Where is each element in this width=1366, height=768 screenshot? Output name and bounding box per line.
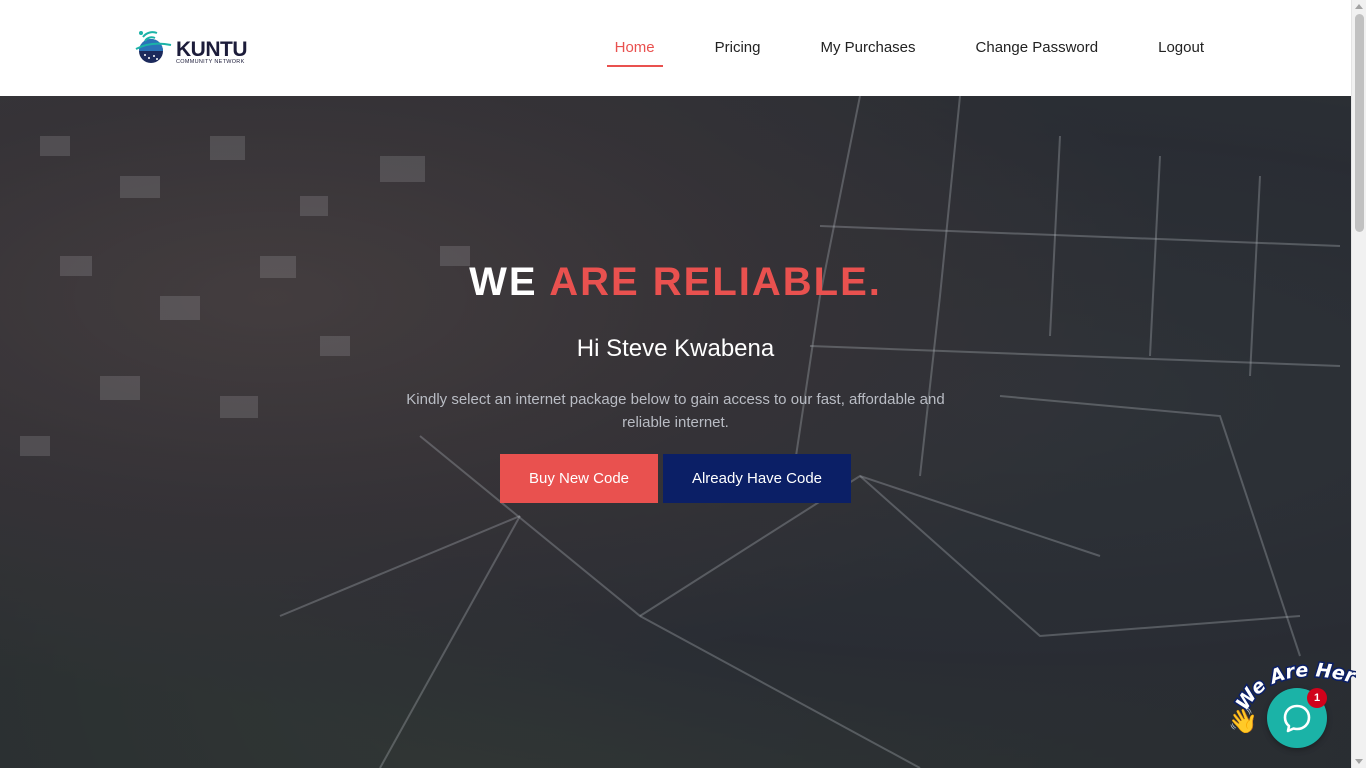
brand-tagline: COMMUNITY NETWORK: [176, 59, 245, 65]
hero-title-plain: WE: [469, 260, 550, 304]
chat-bubble-icon: [1283, 704, 1311, 733]
brand-logo[interactable]: KUNTU COMMUNITY NETWORK: [133, 27, 263, 69]
buy-new-code-button[interactable]: Buy New Code: [500, 454, 658, 503]
hero-title-accent: ARE RELIABLE.: [549, 260, 882, 304]
hero-title: WE ARE RELIABLE.: [0, 260, 1351, 305]
main-nav: Home Pricing My Purchases Change Passwor…: [563, 0, 1212, 96]
already-have-code-button[interactable]: Already Have Code: [663, 454, 851, 503]
scroll-up-arrow-icon[interactable]: [1355, 4, 1363, 9]
user-greeting: Hi Steve Kwabena: [576, 335, 775, 362]
nav-home[interactable]: Home: [606, 0, 663, 67]
hero-content: WE ARE RELIABLE. Hi Steve Kwabena Kindly…: [0, 96, 1351, 768]
nav-pricing[interactable]: Pricing: [707, 0, 769, 67]
hero-description: Kindly select an internet package below …: [406, 391, 945, 431]
scroll-thumb[interactable]: [1355, 14, 1364, 232]
nav-logout[interactable]: Logout: [1150, 0, 1212, 67]
hero-section: WE ARE RELIABLE. Hi Steve Kwabena Kindly…: [0, 96, 1351, 768]
chat-notification-badge: 1: [1307, 688, 1327, 708]
site-header: KUNTU COMMUNITY NETWORK Home Pricing My …: [0, 0, 1351, 96]
scroll-down-arrow-icon[interactable]: [1355, 759, 1363, 764]
globe-wifi-icon: [135, 31, 172, 63]
nav-my-purchases[interactable]: My Purchases: [812, 0, 923, 67]
waving-hand-icon: 👋: [1228, 708, 1258, 735]
page: KUNTU COMMUNITY NETWORK Home Pricing My …: [0, 0, 1351, 768]
nav-change-password[interactable]: Change Password: [968, 0, 1107, 67]
